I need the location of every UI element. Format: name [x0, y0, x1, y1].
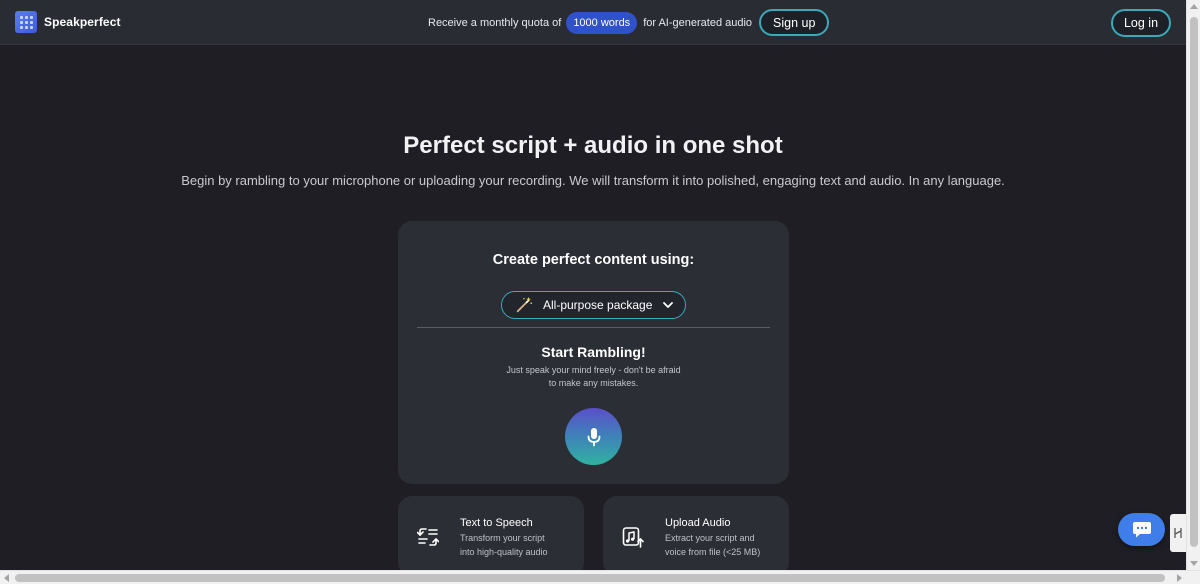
promo-suffix: for AI-generated audio [643, 16, 753, 29]
promo-prefix: Receive a monthly quota of [428, 16, 562, 29]
top-navbar: Speakperfect Receive a monthly quota of … [0, 0, 1186, 45]
ramble-line-1: Just speak your mind freely - don't be a… [506, 365, 681, 375]
text-to-speech-icon [417, 528, 439, 546]
chat-icon [1132, 521, 1151, 537]
ramble-line-2: to make any mistakes. [548, 377, 639, 388]
signup-button[interactable]: Sign up [759, 9, 830, 36]
package-label: All-purpose package [543, 298, 653, 312]
page-subtitle: Begin by rambling to your microphone or … [181, 173, 1005, 188]
upload-line-2: voice from file (<25 MB) [665, 546, 761, 557]
package-selector[interactable]: All-purpose package [501, 291, 686, 319]
logo-icon [15, 11, 37, 33]
horizontal-scrollbar[interactable] [0, 570, 1200, 584]
vertical-scroll-thumb[interactable] [1190, 17, 1198, 547]
upload-audio-card[interactable]: Upload Audio Extract your script and voi… [603, 496, 789, 576]
upload-line-1: Extract your script and [665, 533, 755, 543]
side-tab-icon [1174, 528, 1182, 538]
magic-wand-icon [516, 296, 533, 313]
upload-audio-icon [622, 527, 644, 548]
scroll-left-icon[interactable] [4, 574, 9, 582]
text-to-speech-title: Text to Speech [460, 517, 533, 529]
promo-banner: Receive a monthly quota of 1000 words fo… [428, 9, 830, 36]
brand-name: Speakperfect [44, 15, 121, 29]
start-rambling-description: Just speak your mind freely - don't be a… [498, 364, 689, 389]
side-tab[interactable] [1170, 514, 1186, 552]
login-button[interactable]: Log in [1111, 9, 1171, 37]
word-quota-badge: 1000 words [566, 11, 638, 34]
tts-line-2: into high-quality audio [460, 546, 548, 557]
horizontal-scroll-thumb[interactable] [15, 574, 1165, 582]
scroll-up-icon[interactable] [1190, 4, 1198, 9]
start-rambling-title: Start Rambling! [541, 344, 646, 360]
record-button[interactable] [565, 408, 622, 465]
tts-line-1: Transform your script [460, 533, 545, 543]
scroll-down-icon[interactable] [1190, 561, 1198, 566]
upload-audio-title: Upload Audio [665, 517, 731, 529]
upload-audio-description: Extract your script and voice from file … [665, 532, 777, 559]
scroll-right-icon[interactable] [1177, 574, 1182, 582]
page-title: Perfect script + audio in one shot [403, 132, 783, 159]
text-to-speech-description: Transform your script into high-quality … [460, 532, 572, 559]
vertical-scrollbar[interactable] [1186, 0, 1200, 570]
create-content-card: Create perfect content using: All-purpos… [398, 221, 789, 484]
card-divider [417, 327, 770, 328]
chevron-down-icon [663, 302, 674, 308]
text-to-speech-card[interactable]: Text to Speech Transform your script int… [398, 496, 584, 576]
brand-logo[interactable]: Speakperfect [15, 11, 121, 33]
microphone-icon [587, 427, 600, 446]
create-content-title: Create perfect content using: [492, 252, 695, 268]
chat-button[interactable] [1118, 513, 1165, 546]
